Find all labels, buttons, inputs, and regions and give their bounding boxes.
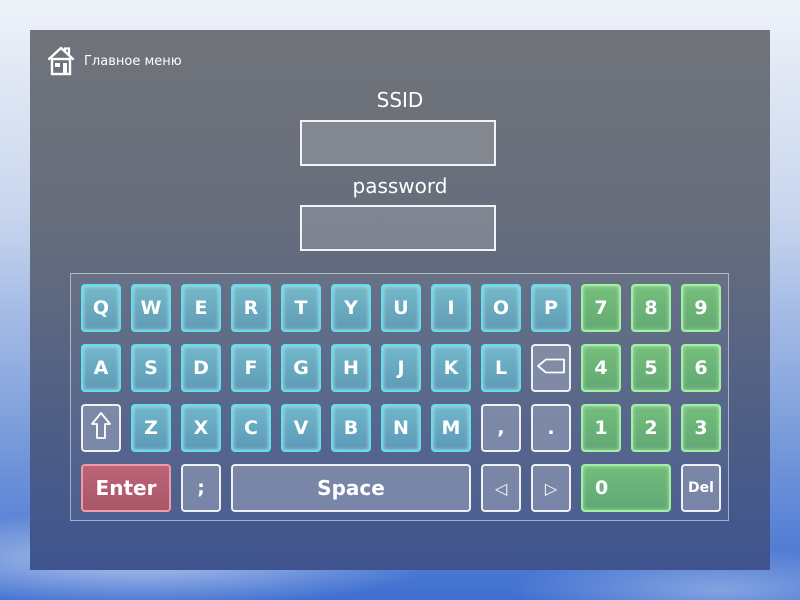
home-menu-link[interactable]: Главное меню [46, 44, 182, 78]
key-1[interactable]: 1 [581, 404, 621, 452]
key-z[interactable]: Z [131, 404, 171, 452]
house-icon [46, 45, 76, 77]
key-a[interactable]: A [81, 344, 121, 392]
ssid-label: SSID [376, 88, 424, 112]
key-t[interactable]: T [281, 284, 321, 332]
backspace-key[interactable] [531, 344, 571, 392]
key-v[interactable]: V [281, 404, 321, 452]
key-o[interactable]: O [481, 284, 521, 332]
key-p[interactable]: P [531, 284, 571, 332]
main-panel: Главное меню SSID password Q W E R T Y U… [30, 30, 770, 570]
on-screen-keyboard: Q W E R T Y U I O P 7 8 9 A S D F G H J … [70, 273, 729, 521]
key-w[interactable]: W [131, 284, 171, 332]
key-9[interactable]: 9 [681, 284, 721, 332]
key-l[interactable]: L [481, 344, 521, 392]
backspace-icon [536, 357, 566, 379]
key-h[interactable]: H [331, 344, 371, 392]
key-period[interactable]: . [531, 404, 571, 452]
cursor-right-key[interactable]: ▷ [531, 464, 571, 512]
key-3[interactable]: 3 [681, 404, 721, 452]
shift-arrow-icon [90, 411, 112, 446]
left-arrow-icon: ◁ [494, 478, 508, 498]
key-4[interactable]: 4 [581, 344, 621, 392]
key-semicolon[interactable]: ; [181, 464, 221, 512]
key-q[interactable]: Q [81, 284, 121, 332]
key-u[interactable]: U [381, 284, 421, 332]
ssid-input[interactable] [300, 120, 496, 166]
key-e[interactable]: E [181, 284, 221, 332]
cursor-left-key[interactable]: ◁ [481, 464, 521, 512]
key-g[interactable]: G [281, 344, 321, 392]
key-k[interactable]: K [431, 344, 471, 392]
key-x[interactable]: X [181, 404, 221, 452]
right-arrow-icon: ▷ [544, 478, 558, 498]
key-r[interactable]: R [231, 284, 271, 332]
enter-key[interactable]: Enter [81, 464, 171, 512]
key-y[interactable]: Y [331, 284, 371, 332]
key-m[interactable]: M [431, 404, 471, 452]
home-menu-label: Главное меню [84, 53, 182, 69]
key-7[interactable]: 7 [581, 284, 621, 332]
key-f[interactable]: F [231, 344, 271, 392]
password-label: password [352, 174, 448, 198]
space-key[interactable]: Space [231, 464, 471, 512]
key-d[interactable]: D [181, 344, 221, 392]
key-comma[interactable]: , [481, 404, 521, 452]
delete-key[interactable]: Del [681, 464, 721, 512]
key-j[interactable]: J [381, 344, 421, 392]
password-input[interactable] [300, 205, 496, 251]
key-2[interactable]: 2 [631, 404, 671, 452]
key-b[interactable]: B [331, 404, 371, 452]
key-6[interactable]: 6 [681, 344, 721, 392]
key-5[interactable]: 5 [631, 344, 671, 392]
key-8[interactable]: 8 [631, 284, 671, 332]
key-n[interactable]: N [381, 404, 421, 452]
shift-key[interactable] [81, 404, 121, 452]
key-c[interactable]: C [231, 404, 271, 452]
key-s[interactable]: S [131, 344, 171, 392]
key-i[interactable]: I [431, 284, 471, 332]
key-0[interactable]: 0 [581, 464, 671, 512]
